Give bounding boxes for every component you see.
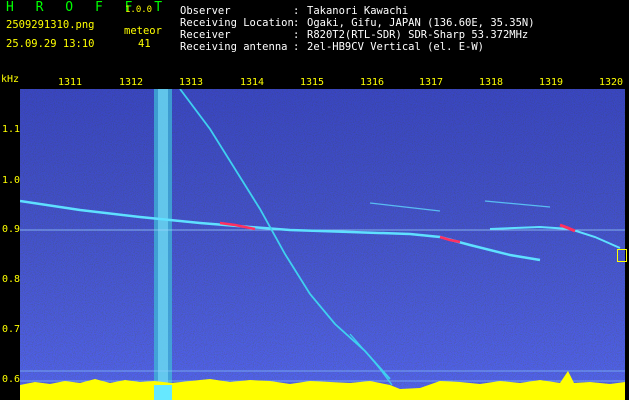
x-tick: 1316 bbox=[360, 77, 385, 88]
receiver-value: R820T2(RTL-SDR) SDR-Sharp 53.372MHz bbox=[307, 29, 529, 41]
vertical-noise-band-core bbox=[158, 89, 168, 385]
frequency-marker bbox=[617, 249, 627, 262]
location-colon: : bbox=[293, 17, 300, 29]
location-value: Ogaki, Gifu, JAPAN (136.60E, 35.35N) bbox=[307, 17, 535, 29]
x-tick: 1320 bbox=[599, 77, 624, 88]
receiver-colon: : bbox=[293, 29, 300, 41]
y-tick: 0.7 bbox=[2, 324, 21, 335]
observer-value: Takanori Kawachi bbox=[307, 5, 409, 17]
antenna-label: Receiving antenna bbox=[180, 41, 288, 53]
x-tick: 1315 bbox=[300, 77, 325, 88]
x-tick: 1314 bbox=[240, 77, 265, 88]
x-tick: 1313 bbox=[179, 77, 204, 88]
y-tick: 1.0 bbox=[2, 175, 21, 186]
file-name: 2509291310.png bbox=[6, 19, 95, 31]
spectrogram-fade bbox=[20, 89, 625, 400]
meteor-count: 41 bbox=[138, 38, 151, 50]
app-version: 1.0.0 bbox=[125, 5, 153, 15]
x-tick: 1317 bbox=[419, 77, 444, 88]
spectrogram bbox=[20, 89, 625, 400]
meteor-label: meteor bbox=[124, 25, 162, 37]
antenna-colon: : bbox=[293, 41, 300, 53]
observer-colon: : bbox=[293, 5, 300, 17]
x-tick: 1312 bbox=[119, 77, 144, 88]
header-panel: H R O F F T 1.0.0 2509291310.png 25.09.2… bbox=[0, 0, 629, 73]
file-datetime: 25.09.29 13:10 bbox=[6, 38, 95, 50]
location-label: Receiving Location bbox=[180, 17, 294, 29]
x-tick: 1311 bbox=[58, 77, 83, 88]
signal-floor-band bbox=[154, 385, 172, 400]
y-tick: 0.8 bbox=[2, 274, 21, 285]
antenna-value: 2el-HB9CV Vertical (el. E-W) bbox=[307, 41, 485, 53]
y-tick: 0.9 bbox=[2, 224, 21, 235]
receiver-label: Receiver bbox=[180, 29, 231, 41]
x-axis-ticks: 1311 1312 1313 1314 1315 1316 1317 1318 … bbox=[0, 75, 629, 89]
y-tick: 0.6 bbox=[2, 374, 21, 385]
y-tick: 1.1 bbox=[2, 124, 21, 135]
observer-label: Observer bbox=[180, 5, 231, 17]
x-tick: 1319 bbox=[539, 77, 564, 88]
x-tick: 1318 bbox=[479, 77, 504, 88]
